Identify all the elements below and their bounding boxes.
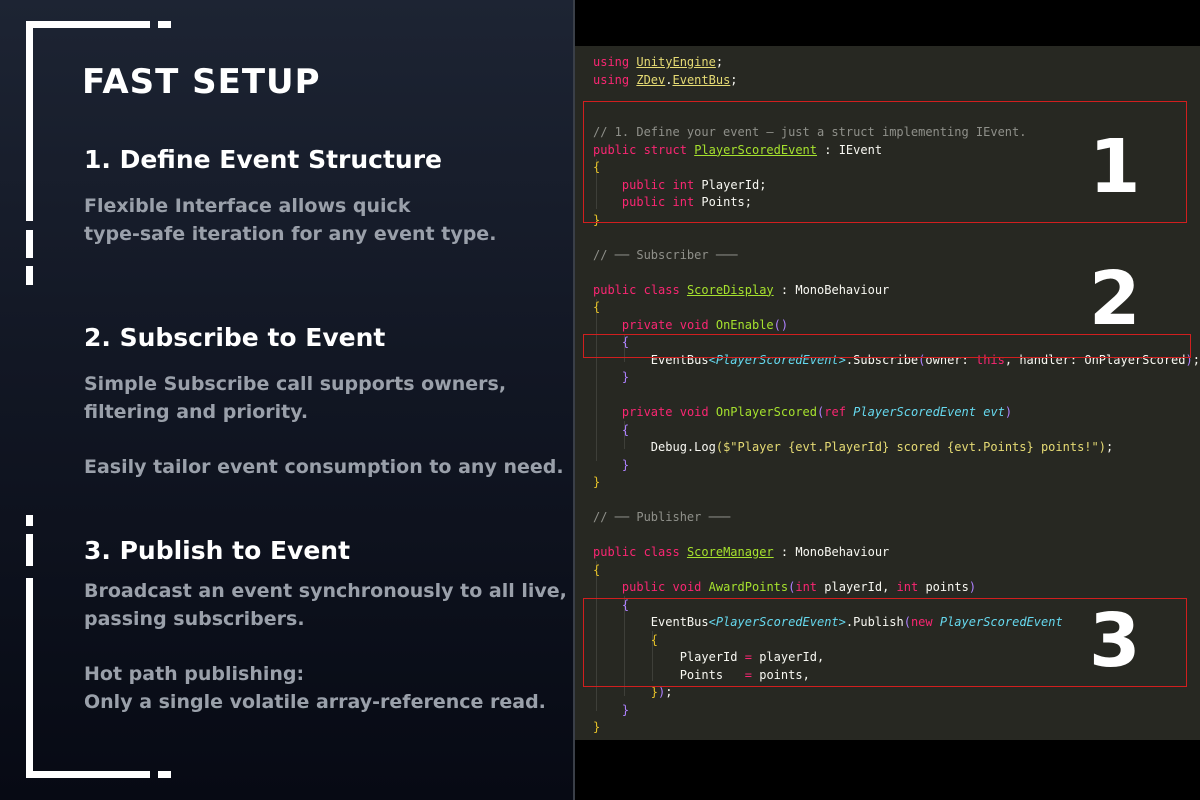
code-line: // ── Publisher ─── xyxy=(593,510,731,524)
section-1-body: Flexible Interface allows quick type-saf… xyxy=(84,192,496,248)
frame-left-lower xyxy=(26,578,33,778)
frame-left-dash-4 xyxy=(26,534,33,566)
section-2-body: Simple Subscribe call supports owners, f… xyxy=(84,370,564,481)
code-line: public void AwardPoints(int playerId, in… xyxy=(621,580,977,594)
section-2-title: 2. Subscribe to Event xyxy=(84,323,386,352)
code-line: } xyxy=(621,457,630,472)
section-2-spacer xyxy=(84,426,564,453)
code-line: private void OnPlayerScored(ref PlayerSc… xyxy=(621,405,1013,419)
code-line: { xyxy=(593,562,601,577)
section-2-line: Simple Subscribe call supports owners, xyxy=(84,373,507,395)
section-1-line: type-safe iteration for any event type. xyxy=(84,223,497,245)
section-3-spacer xyxy=(84,633,567,660)
step-marker-1: 1 xyxy=(1089,124,1141,210)
section-2-line: Easily tailor event consumption to any n… xyxy=(84,456,564,478)
frame-left-upper xyxy=(26,21,33,221)
code-line: } xyxy=(621,702,630,717)
section-3-line: Broadcast an event synchronously to all … xyxy=(84,580,567,602)
code-line: public class ScoreManager : MonoBehaviou… xyxy=(593,545,890,559)
code-editor: using UnityEngine; using ZDev.EventBus; //… xyxy=(575,46,1200,740)
code-line: Debug.Log($"Player {evt.PlayerId} scored… xyxy=(650,440,1114,454)
info-panel: FAST SETUP 1. Define Event Structure Fle… xyxy=(0,0,573,800)
code-line: { xyxy=(621,422,630,437)
code-line: } xyxy=(621,370,630,384)
section-1-line: Flexible Interface allows quick xyxy=(84,195,411,217)
frame-top-bar xyxy=(26,21,150,28)
step-marker-2: 2 xyxy=(1089,256,1141,342)
frame-bottom-bar xyxy=(26,771,150,778)
page-title: FAST SETUP xyxy=(82,62,321,102)
frame-left-dash-2 xyxy=(26,266,33,285)
section-1-title: 1. Define Event Structure xyxy=(84,145,443,174)
code-line: using UnityEngine; xyxy=(593,55,724,69)
section-2-line: filtering and priority. xyxy=(84,401,309,423)
frame-left-dash-3 xyxy=(26,515,33,526)
frame-top-cap xyxy=(158,21,171,28)
step-marker-3: 3 xyxy=(1089,598,1141,684)
frame-bottom-cap xyxy=(158,771,171,778)
frame-left-dash-1 xyxy=(26,230,33,258)
section-3-body: Broadcast an event synchronously to all … xyxy=(84,577,567,716)
code-line: using ZDev.EventBus; xyxy=(593,72,738,87)
section-3-title: 3. Publish to Event xyxy=(84,536,351,565)
section-3-line: Only a single volatile array-reference r… xyxy=(84,691,546,713)
code-line: } xyxy=(593,720,601,734)
code-line: } xyxy=(593,475,601,489)
section-3-line: passing subscribers. xyxy=(84,608,305,630)
section-3-line: Hot path publishing: xyxy=(84,663,305,685)
